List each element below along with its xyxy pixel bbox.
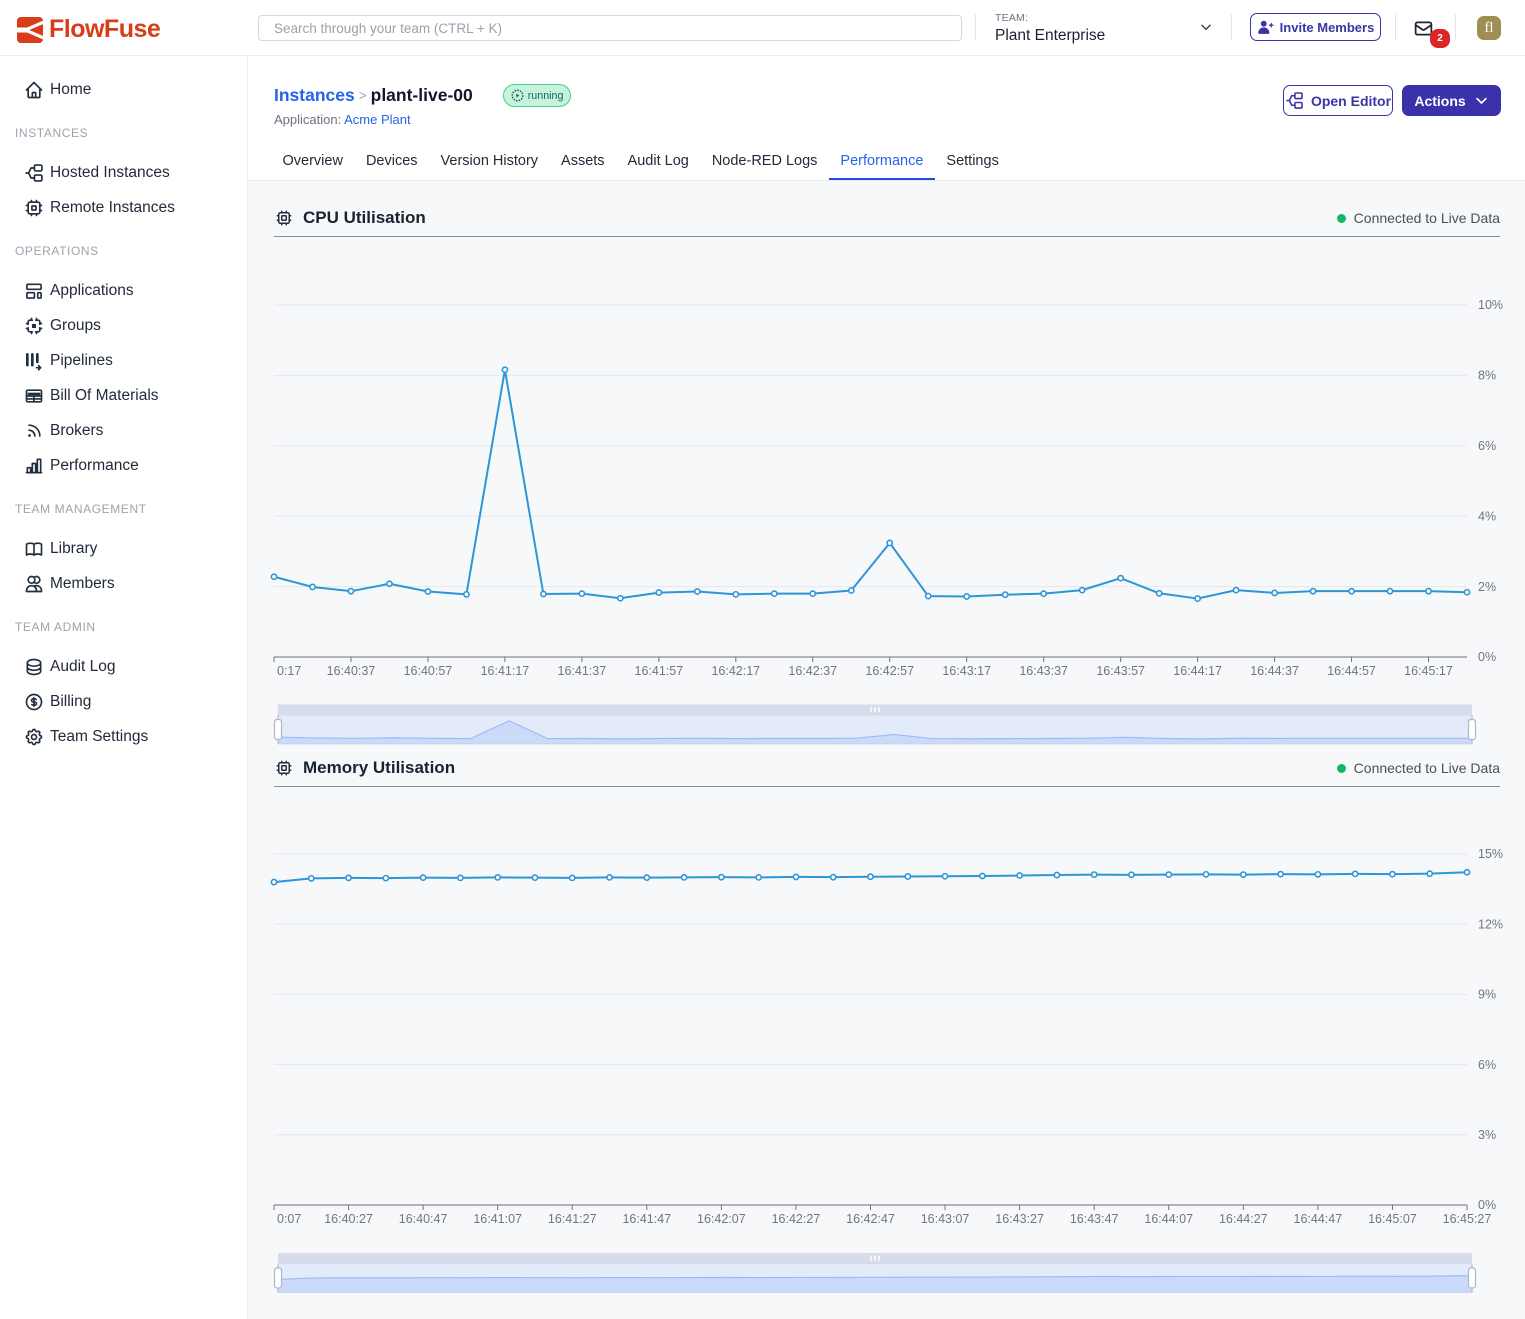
- svg-text:16:43:37: 16:43:37: [1019, 664, 1068, 678]
- svg-text:0:17: 0:17: [277, 664, 301, 678]
- svg-text:16:43:07: 16:43:07: [921, 1212, 970, 1226]
- svg-text:16:41:37: 16:41:37: [558, 664, 607, 678]
- svg-text:0%: 0%: [1478, 650, 1496, 664]
- svg-text:16:42:57: 16:42:57: [865, 664, 914, 678]
- svg-text:0%: 0%: [1478, 1198, 1496, 1212]
- svg-text:16:42:17: 16:42:17: [711, 664, 760, 678]
- svg-text:16:45:07: 16:45:07: [1368, 1212, 1417, 1226]
- svg-text:16:42:07: 16:42:07: [697, 1212, 746, 1226]
- svg-text:16:44:57: 16:44:57: [1327, 664, 1376, 678]
- svg-text:6%: 6%: [1478, 1058, 1496, 1072]
- svg-text:15%: 15%: [1478, 847, 1503, 861]
- svg-text:16:44:17: 16:44:17: [1173, 664, 1222, 678]
- svg-text:16:44:37: 16:44:37: [1250, 664, 1299, 678]
- svg-text:16:45:27: 16:45:27: [1443, 1212, 1492, 1226]
- svg-text:16:40:57: 16:40:57: [404, 664, 453, 678]
- svg-text:16:40:47: 16:40:47: [399, 1212, 448, 1226]
- svg-text:16:45:17: 16:45:17: [1404, 664, 1453, 678]
- svg-text:10%: 10%: [1478, 298, 1503, 312]
- svg-text:16:41:47: 16:41:47: [622, 1212, 671, 1226]
- svg-text:8%: 8%: [1478, 369, 1496, 383]
- svg-text:0:07: 0:07: [277, 1212, 301, 1226]
- svg-text:3%: 3%: [1478, 1128, 1496, 1142]
- svg-text:16:41:57: 16:41:57: [635, 664, 684, 678]
- svg-text:16:44:07: 16:44:07: [1144, 1212, 1193, 1226]
- svg-text:4%: 4%: [1478, 509, 1496, 523]
- svg-text:16:42:37: 16:42:37: [788, 664, 837, 678]
- svg-text:16:40:27: 16:40:27: [324, 1212, 373, 1226]
- svg-text:16:43:17: 16:43:17: [942, 664, 991, 678]
- svg-text:16:44:27: 16:44:27: [1219, 1212, 1268, 1226]
- svg-text:6%: 6%: [1478, 439, 1496, 453]
- svg-text:16:41:27: 16:41:27: [548, 1212, 597, 1226]
- svg-text:16:44:47: 16:44:47: [1294, 1212, 1343, 1226]
- svg-text:9%: 9%: [1478, 988, 1496, 1002]
- svg-text:12%: 12%: [1478, 917, 1503, 931]
- svg-text:16:43:47: 16:43:47: [1070, 1212, 1119, 1226]
- svg-text:16:40:37: 16:40:37: [327, 664, 376, 678]
- svg-text:2%: 2%: [1478, 580, 1496, 594]
- svg-text:16:41:17: 16:41:17: [481, 664, 530, 678]
- svg-text:16:43:27: 16:43:27: [995, 1212, 1044, 1226]
- svg-text:16:41:07: 16:41:07: [473, 1212, 522, 1226]
- svg-text:16:43:57: 16:43:57: [1096, 664, 1145, 678]
- svg-text:16:42:27: 16:42:27: [772, 1212, 821, 1226]
- svg-text:16:42:47: 16:42:47: [846, 1212, 895, 1226]
